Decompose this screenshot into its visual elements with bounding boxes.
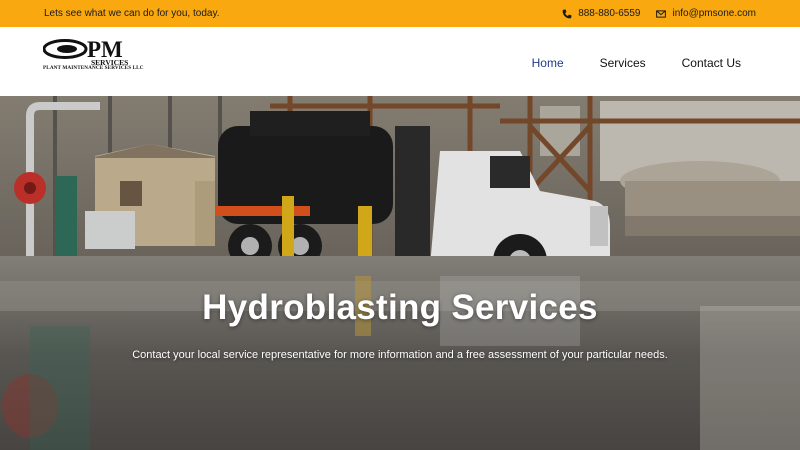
hero-overlay <box>0 96 800 450</box>
hero-subtitle: Contact your local service representativ… <box>132 349 668 361</box>
tagline: Lets see what we can do for you, today. <box>44 8 220 19</box>
hero-banner: Hydroblasting Services Contact your loca… <box>0 96 800 450</box>
nav-home[interactable]: Home <box>532 56 564 70</box>
top-contact: 888-880-6559 info@pmsone.com <box>562 8 756 19</box>
main-nav: Home Services Contact Us <box>532 56 741 70</box>
hero-title: Hydroblasting Services <box>202 288 598 327</box>
nav-services[interactable]: Services <box>600 56 646 70</box>
top-bar: Lets see what we can do for you, today. … <box>0 0 800 27</box>
nav-contact-us[interactable]: Contact Us <box>682 56 741 70</box>
phone-icon <box>562 9 572 19</box>
company-logo[interactable]: PM SERVICES PLANT MAINTENANCE SERVICES L… <box>43 36 153 72</box>
logo-graphic: PM SERVICES <box>43 37 128 66</box>
site-header: PM SERVICES PLANT MAINTENANCE SERVICES L… <box>0 27 800 96</box>
email-link[interactable]: info@pmsone.com <box>656 8 756 19</box>
phone-link[interactable]: 888-880-6559 <box>562 8 640 19</box>
envelope-icon <box>656 9 667 19</box>
email-address: info@pmsone.com <box>672 8 756 19</box>
phone-number: 888-880-6559 <box>578 8 641 19</box>
logo-subtitle: PLANT MAINTENANCE SERVICES LLC <box>43 65 144 71</box>
